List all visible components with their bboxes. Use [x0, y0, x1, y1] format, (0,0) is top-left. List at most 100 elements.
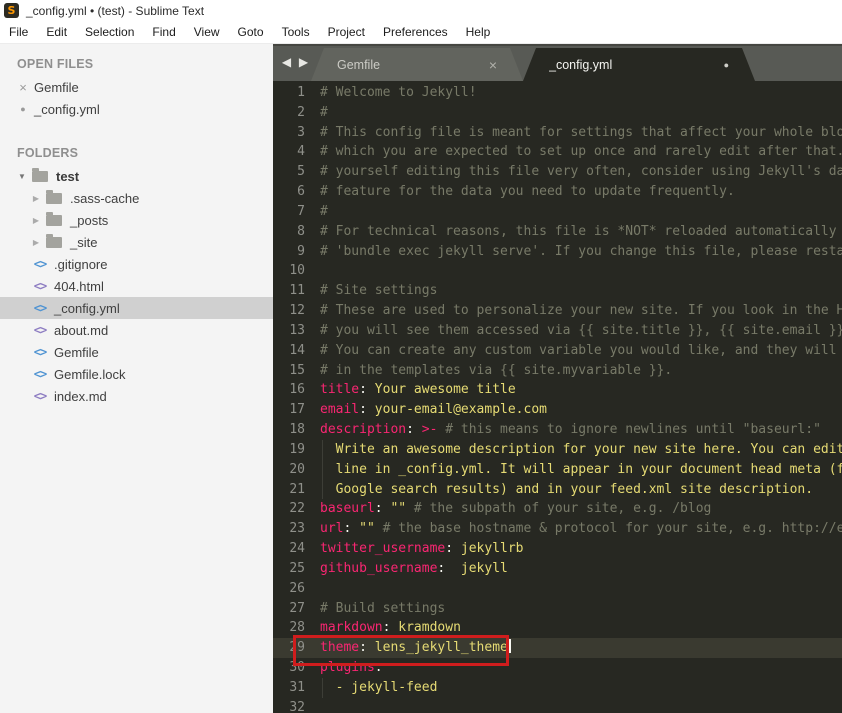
key-token: github_username	[320, 560, 438, 576]
comment-token: # the subpath of your site, e.g. /blog	[406, 501, 712, 517]
menu-item-edit[interactable]: Edit	[37, 21, 76, 43]
menu-item-selection[interactable]: Selection	[76, 21, 143, 43]
file-label: .gitignore	[54, 256, 108, 272]
menu-item-find[interactable]: Find	[143, 21, 184, 43]
tree-row-gemfile-lock[interactable]: <> Gemfile.lock	[0, 363, 273, 385]
line-number: 5	[297, 164, 305, 180]
comment-token: # 'bundle exec jekyll serve'. If you cha…	[320, 243, 842, 259]
menu-item-help[interactable]: Help	[457, 21, 500, 43]
open-file-row[interactable]: ● _config.yml	[0, 98, 273, 120]
code-line[interactable]: 21 Google search results) and in your fe…	[273, 479, 842, 500]
code-line[interactable]: 28 markdown: kramdown	[273, 618, 842, 638]
tree-row-about-md[interactable]: <> about.md	[0, 319, 273, 341]
menu-item-view[interactable]: View	[185, 21, 229, 43]
code-line-content: # feature for the data you need to updat…	[305, 182, 842, 202]
menu-item-goto[interactable]: Goto	[229, 21, 273, 43]
code-line-content: # Welcome to Jekyll!	[305, 83, 842, 103]
code-line[interactable]: 13 # you will see them accessed via {{ si…	[273, 321, 842, 341]
prev-tab-arrow-icon[interactable]: ◀	[279, 55, 294, 69]
tree-row-site[interactable]: ▶ _site	[0, 231, 273, 253]
code-line[interactable]: 17 email: your-email@example.com	[273, 400, 842, 420]
code-line[interactable]: 6 # feature for the data you need to upda…	[273, 182, 842, 202]
code-line[interactable]: 16 title: Your awesome title	[273, 380, 842, 400]
code-line[interactable]: 26	[273, 579, 842, 599]
code-line[interactable]: 25 github_username: jekyll	[273, 559, 842, 579]
code-line[interactable]: 14 # You can create any custom variable y…	[273, 341, 842, 361]
tab-close-icon[interactable]: ×	[489, 57, 497, 73]
tab-nav-arrows: ◀ ▶	[279, 55, 311, 69]
code-line-content: theme: lens_jekyll_theme	[293, 635, 842, 667]
value-token: jekyll	[460, 560, 508, 576]
code-line[interactable]: 11 # Site settings	[273, 281, 842, 301]
code-line[interactable]: 29 theme: lens_jekyll_theme	[273, 635, 842, 667]
code-line[interactable]: 2 #	[273, 103, 842, 123]
tree-row-sass-cache[interactable]: ▶ .sass-cache	[0, 187, 273, 209]
code-line[interactable]: 23 url: "" # the base hostname & protocol…	[273, 519, 842, 539]
code-line[interactable]: 3 # This config file is meant for setting…	[273, 123, 842, 143]
collapse-arrow-icon[interactable]: ▶	[30, 216, 42, 225]
code-line[interactable]: 32	[273, 698, 842, 713]
tree-row-gemfile[interactable]: <> Gemfile	[0, 341, 273, 363]
tree-row-posts[interactable]: ▶ _posts	[0, 209, 273, 231]
menu-item-preferences[interactable]: Preferences	[374, 21, 457, 43]
open-file-row[interactable]: × Gemfile	[0, 76, 273, 98]
line-number: 20	[289, 461, 305, 477]
tree-row-test[interactable]: ▼ test	[0, 165, 273, 187]
code-line[interactable]: 15 # in the templates via {{ site.myvaria…	[273, 361, 842, 381]
code-line[interactable]: 7 #	[273, 202, 842, 222]
code-line[interactable]: 24 twitter_username: jekyllrb	[273, 539, 842, 559]
code-line[interactable]: 5 # yourself editing this file very often…	[273, 162, 842, 182]
code-line[interactable]: 31 - jekyll-feed	[273, 677, 842, 698]
code-line-content: markdown: kramdown	[305, 618, 842, 638]
line-number: 14	[289, 342, 305, 358]
line-number: 31	[289, 679, 305, 695]
code-line-content: Google search results) and in your feed.…	[305, 479, 842, 500]
collapse-arrow-icon[interactable]: ▶	[30, 238, 42, 247]
file-label: Gemfile	[54, 344, 99, 360]
code-line-content: github_username: jekyll	[305, 559, 842, 579]
close-icon[interactable]: ×	[16, 80, 30, 95]
file-label: about.md	[54, 322, 109, 338]
line-number: 16	[289, 382, 305, 398]
folder-icon	[32, 167, 48, 182]
line-number: 2	[297, 104, 305, 120]
line-number: 23	[289, 521, 305, 537]
tab-label: Gemfile	[337, 57, 381, 72]
tab-gemfile[interactable]: Gemfile ×	[311, 48, 523, 81]
next-tab-arrow-icon[interactable]: ▶	[296, 55, 311, 69]
plain-token: :	[374, 501, 391, 517]
menu-item-project[interactable]: Project	[319, 21, 374, 43]
tree-row-404-html[interactable]: <> 404.html	[0, 275, 273, 297]
comment-token: # in the templates via {{ site.myvariabl…	[320, 362, 673, 378]
tree-row-config-yml[interactable]: <> _config.yml	[0, 297, 273, 319]
line-number: 7	[297, 203, 305, 219]
key-token: plugins	[320, 660, 375, 676]
code-line[interactable]: 9 # 'bundle exec jekyll serve'. If you ch…	[273, 242, 842, 262]
tab-config-yml[interactable]: _config.yml ●	[523, 48, 755, 81]
expand-arrow-icon[interactable]: ▼	[16, 172, 28, 181]
code-line[interactable]: 8 # For technical reasons, this file is *…	[273, 222, 842, 242]
menu-item-tools[interactable]: Tools	[273, 21, 319, 43]
collapse-arrow-icon[interactable]: ▶	[30, 194, 42, 203]
line-number: 32	[289, 699, 305, 713]
code-line[interactable]: 19 Write an awesome description for your…	[273, 439, 842, 460]
code-line[interactable]: 4 # which you are expected to set up once…	[273, 142, 842, 162]
code-line[interactable]: 18 description: >- # this means to ignore…	[273, 420, 842, 440]
code-line-content: email: your-email@example.com	[305, 400, 842, 420]
code-line[interactable]: 27 # Build settings	[273, 599, 842, 619]
code-line-content: #	[305, 103, 842, 123]
tree-row-gitignore[interactable]: <> .gitignore	[0, 253, 273, 275]
file-label: index.md	[54, 388, 107, 404]
code-editor[interactable]: 1 # Welcome to Jekyll! 2 #3 # This config fi…	[273, 81, 842, 713]
code-line[interactable]: 1 # Welcome to Jekyll!	[273, 83, 842, 103]
code-line[interactable]: 20 line in _config.yml. It will appear i…	[273, 459, 842, 480]
code-line[interactable]: 10	[273, 261, 842, 281]
tree-row-index-md[interactable]: <> index.md	[0, 385, 273, 407]
code-line[interactable]: 12 # These are used to personalize your n…	[273, 301, 842, 321]
code-line[interactable]: 30 plugins:	[273, 658, 842, 678]
line-number: 18	[289, 422, 305, 438]
menu-item-file[interactable]: File	[0, 21, 37, 43]
code-line[interactable]: 22 baseurl: "" # the subpath of your site…	[273, 499, 842, 519]
value-token: your-email@example.com	[374, 402, 547, 418]
line-number: 21	[289, 481, 305, 497]
